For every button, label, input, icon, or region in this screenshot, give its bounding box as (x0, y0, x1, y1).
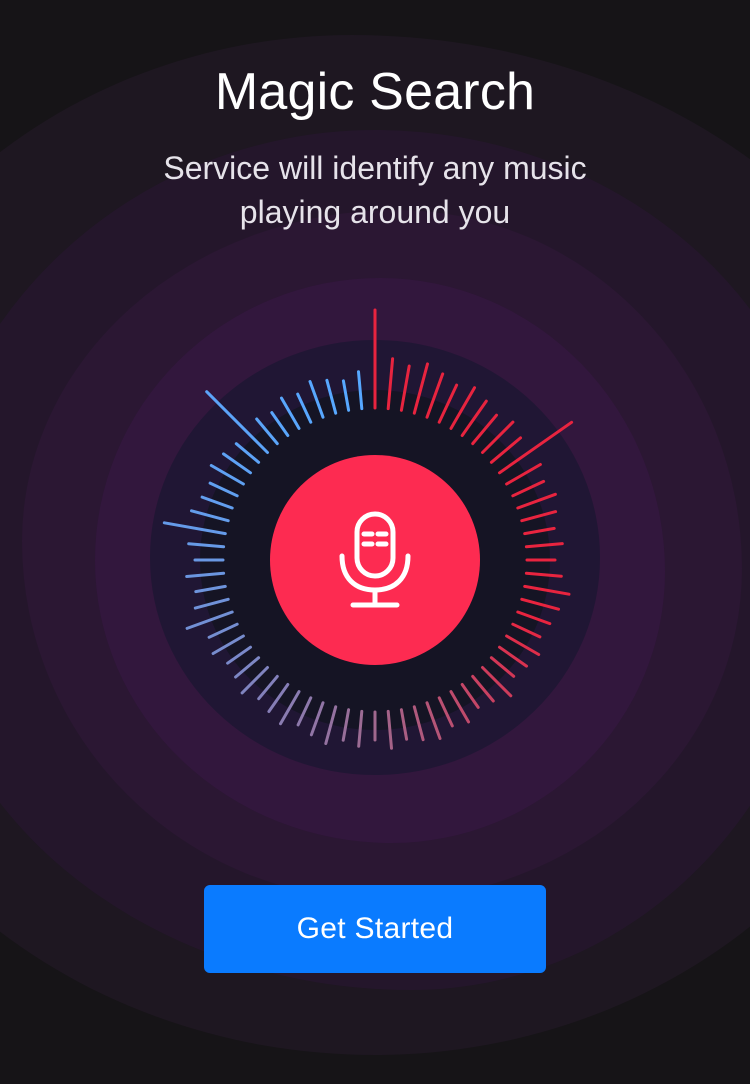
visualizer-bar (162, 521, 227, 536)
visualizer-bar (425, 701, 442, 740)
visualizer-bar (209, 464, 245, 486)
visualizer-bar (280, 396, 301, 430)
visualizer-bar (386, 357, 395, 411)
visualizer-bar (524, 571, 563, 578)
visualizer-bar (489, 436, 522, 464)
visualizer-bar (211, 634, 245, 655)
visualizer-bar (357, 709, 364, 748)
visualizer-bar (255, 417, 279, 446)
visualizer-bar (412, 705, 425, 742)
visualizer-bar (308, 380, 325, 419)
visualizer-bar (341, 379, 351, 412)
visualizer-bar (296, 392, 313, 424)
visualizer-bar (523, 584, 571, 596)
visualizer-bar (226, 645, 252, 665)
visualizer-bar (234, 656, 261, 679)
visualizer-bar (240, 666, 269, 695)
visualizer-bar (412, 362, 429, 415)
visualizer-bar (399, 708, 409, 741)
visualizer-bar (207, 622, 239, 639)
visualizer-bar (449, 690, 470, 724)
visualizer-bar (520, 597, 560, 611)
visualizer-bar (511, 622, 542, 639)
visualizer-bar (200, 495, 234, 510)
visualizer-bar (185, 571, 226, 578)
visualizer-bar (279, 690, 301, 726)
visualizer-bar (187, 542, 226, 549)
visualizer-bar (437, 696, 454, 728)
visualizer-bar (357, 370, 364, 411)
visualizer-bar (498, 645, 528, 668)
visualizer-bar (386, 709, 393, 750)
visualizer-bar (309, 701, 325, 737)
visualizer-bar (208, 481, 239, 498)
visualizer-bar (257, 674, 279, 701)
visualizer-bar (471, 674, 495, 703)
magic-search-screen: Magic Search Service will identify any m… (0, 0, 750, 1084)
visualizer-bar (185, 610, 234, 630)
visualizer-bar (341, 708, 351, 742)
visualizer-bar (222, 452, 252, 475)
get-started-button[interactable]: Get Started (204, 885, 546, 973)
visualizer-bar (325, 378, 338, 415)
visualizer-bar (296, 696, 313, 727)
visualizer-bar (324, 705, 338, 745)
visualizer-bar (425, 372, 445, 419)
visualizer-bar (399, 364, 411, 412)
visualizer-bar (460, 683, 480, 709)
visualizer-bar (193, 597, 230, 610)
visualizer-bar (516, 492, 557, 510)
visualizer-bar (511, 479, 546, 498)
visualizer-bar (194, 584, 227, 594)
visualizer-bar (471, 413, 498, 446)
visualizer-bar (489, 656, 516, 678)
microphone-button[interactable] (270, 455, 480, 665)
visualizer-bar (524, 542, 564, 549)
visualizer-bar (516, 610, 552, 626)
visualizer-bar (437, 383, 459, 424)
microphone-icon (339, 511, 411, 608)
visualizer-bar (505, 634, 541, 656)
visualizer-bar (234, 442, 261, 464)
visualizer-bar (270, 411, 290, 437)
visualizer-bar (505, 463, 542, 486)
visualizer-bar (190, 509, 230, 523)
visualizer-bar (520, 510, 558, 523)
visualizer-bar (523, 526, 556, 536)
visualizer-bar (267, 683, 290, 713)
